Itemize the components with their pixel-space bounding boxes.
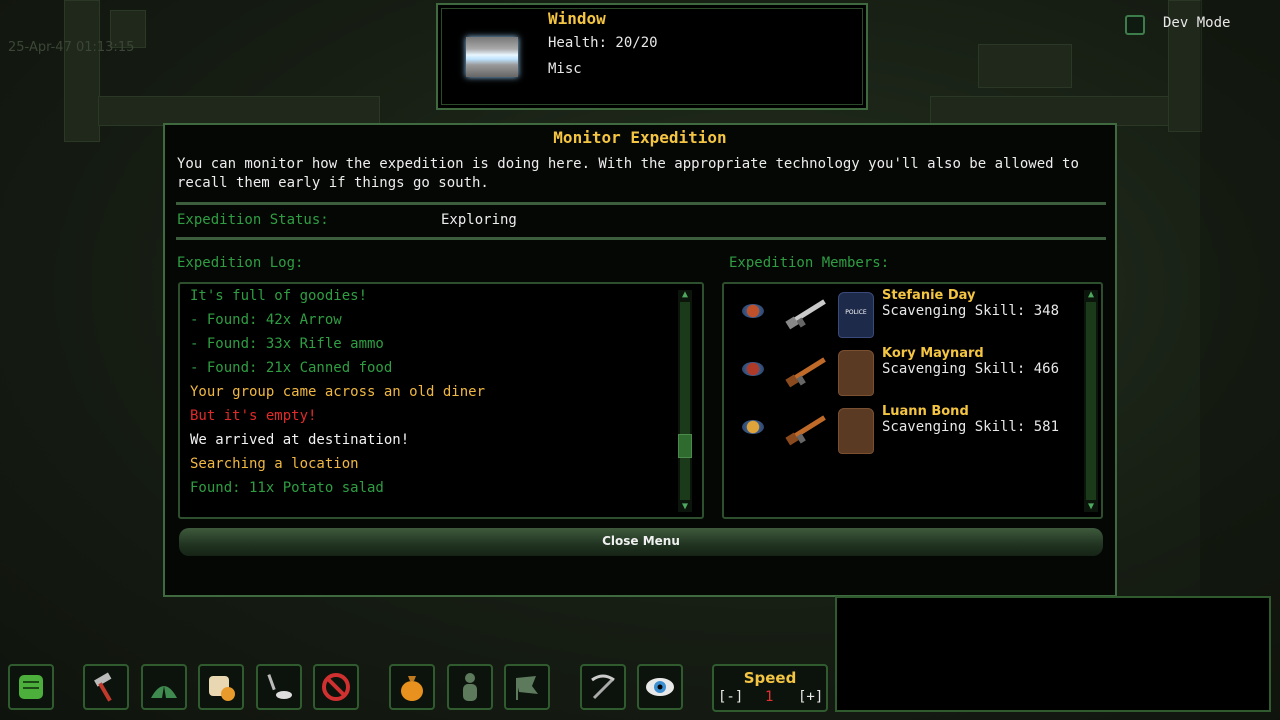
fist-tool-button[interactable] [8,664,54,710]
selected-object-health: Health: 20/20 [548,35,658,51]
expedition-log-panel[interactable]: It's full of goodies! - Found: 42x Arrow -… [178,282,704,519]
scroll-up-icon[interactable]: ▲ [1085,290,1097,300]
member-name: Luann Bond [882,404,969,419]
shotgun-icon [785,357,826,388]
log-entry: Found: 11x Potato salad [190,480,384,496]
expedition-flag-button[interactable] [504,664,550,710]
member-row[interactable]: Kory Maynard Scavenging Skill: 466 [734,346,1094,398]
speed-label: Speed [743,669,797,687]
scroll-down-icon[interactable]: ▼ [1085,502,1097,512]
flag-icon [516,676,538,700]
loot-bag-button[interactable] [389,664,435,710]
member-skill: Scavenging Skill: 466 [882,361,1060,377]
resources-tool-button[interactable] [198,664,244,710]
members-scrollbar[interactable]: ▲ ▼ [1084,290,1098,512]
pickaxe-icon [591,674,615,700]
survivor-icon [463,673,477,701]
divider [176,202,1106,205]
scroll-track[interactable] [1086,302,1096,500]
eye-icon [646,678,674,696]
log-entry: We arrived at destination! [190,432,410,448]
log-entry: But it's empty! [190,408,317,424]
tent-icon [151,686,177,698]
divider [176,237,1106,240]
expedition-status-label: Expedition Status: [177,212,329,228]
monitor-eye-button[interactable] [637,664,683,710]
log-entry: Searching a location [190,456,359,472]
fist-icon [19,675,43,699]
minimap-panel[interactable] [835,596,1271,712]
selected-object-title: Window [548,9,606,28]
window-object-icon [466,37,518,77]
money-bag-icon [401,676,423,701]
vest-text: POLICE [845,309,867,316]
member-status-badge-icon [742,362,764,376]
cancel-tool-button[interactable] [313,664,359,710]
speed-value: 1 [765,689,774,705]
dev-mode-label: Dev Mode [1163,15,1231,31]
log-entry: - Found: 33x Rifle ammo [190,336,384,352]
shovel-icon [267,674,292,699]
member-name: Stefanie Day [882,288,976,303]
log-entry: Your group came across an old diner [190,384,486,400]
log-entry: - Found: 21x Canned food [190,360,393,376]
dialog-title: Monitor Expedition [553,128,727,147]
resources-icon [209,676,235,701]
member-status-badge-icon [742,304,764,318]
scroll-track[interactable] [680,302,690,500]
expedition-status-value: Exploring [441,212,517,228]
selected-object-category: Misc [548,61,582,77]
map-wall [64,0,100,142]
scroll-down-icon[interactable]: ▼ [679,502,691,512]
scroll-up-icon[interactable]: ▲ [679,290,691,300]
log-entry: - Found: 42x Arrow [190,312,342,328]
map-wall [930,96,1202,126]
hammer-icon [94,672,112,702]
police-vest-icon: POLICE [838,292,874,338]
member-row[interactable]: Luann Bond Scavenging Skill: 581 [734,404,1094,456]
log-entry: It's full of goodies! [190,288,368,304]
dig-tool-button[interactable] [256,664,302,710]
crafting-tools-button[interactable] [580,664,626,710]
ak-rifle-icon [785,415,826,446]
survivors-button[interactable] [447,664,493,710]
cancel-icon [322,673,350,701]
member-skill: Scavenging Skill: 348 [882,303,1060,319]
expedition-log-label: Expedition Log: [177,255,304,271]
map-wall [98,96,380,126]
leather-vest-icon [838,350,874,396]
selected-object-window: Window Health: 20/20 Misc [436,3,868,110]
log-scrollbar[interactable]: ▲ ▼ [678,290,692,512]
member-status-badge-icon [742,420,764,434]
map-furniture [978,44,1072,88]
close-menu-button[interactable]: Close Menu [179,528,1103,556]
game-date-stamp: 25-Apr-47 01:13:15 [8,40,135,55]
speed-decrease-button[interactable]: [-] [718,689,743,705]
leather-vest-icon [838,408,874,454]
speed-increase-button[interactable]: [+] [798,689,823,705]
assault-rifle-icon [785,299,826,330]
dev-mode-checkbox[interactable] [1125,15,1145,35]
dialog-description: You can monitor how the expedition is do… [177,156,1079,191]
scroll-thumb[interactable] [678,434,692,458]
expedition-members-label: Expedition Members: [729,255,890,271]
expedition-members-panel[interactable]: POLICE Stefanie Day Scavenging Skill: 348 K… [722,282,1103,519]
monitor-expedition-dialog: Monitor Expedition You can monitor how t… [163,123,1117,597]
tent-tool-button[interactable] [141,664,187,710]
speed-control: Speed [-] 1 [+] [712,664,828,712]
build-tool-button[interactable] [83,664,129,710]
member-row[interactable]: POLICE Stefanie Day Scavenging Skill: 348 [734,288,1094,340]
member-skill: Scavenging Skill: 581 [882,419,1060,435]
member-name: Kory Maynard [882,346,984,361]
